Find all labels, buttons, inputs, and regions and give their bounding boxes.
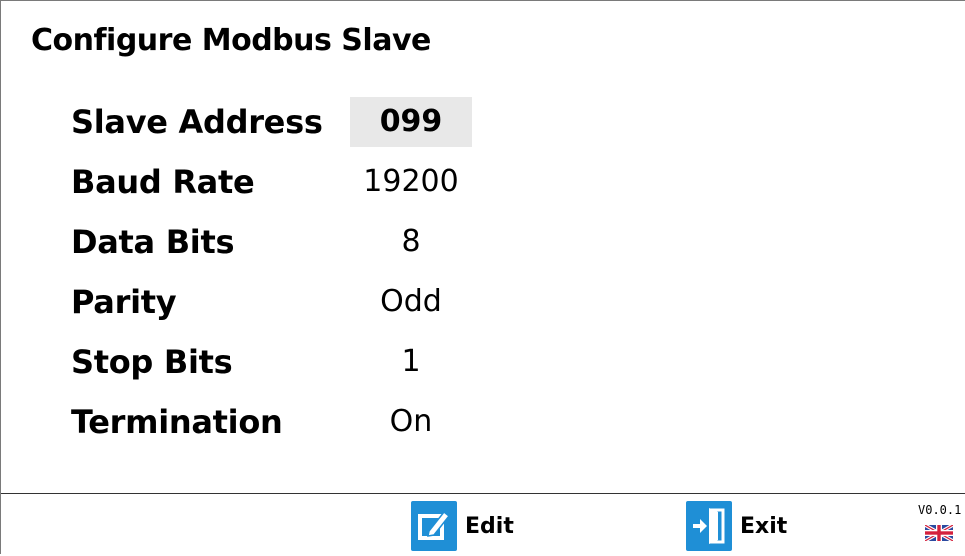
setting-label: Slave Address [71,103,323,141]
edit-button[interactable]: Edit [411,501,514,551]
setting-label: Baud Rate [71,163,255,201]
setting-value[interactable]: 8 [350,217,472,267]
setting-label: Termination [71,403,283,441]
edit-button-label: Edit [465,513,514,539]
edit-icon [411,501,457,551]
screen-frame: Configure Modbus Slave Slave Address 099… [0,0,965,554]
version-label: V0.0.1 [918,503,962,517]
setting-row-termination[interactable]: Termination On [1,397,601,447]
setting-value[interactable]: 1 [350,337,472,387]
exit-door-icon [686,501,732,551]
setting-row-slave-address[interactable]: Slave Address 099 [1,97,601,147]
setting-label: Data Bits [71,223,235,261]
setting-row-parity[interactable]: Parity Odd [1,277,601,327]
uk-flag-icon[interactable] [924,523,954,543]
setting-value[interactable]: On [350,397,472,447]
setting-row-stop-bits[interactable]: Stop Bits 1 [1,337,601,387]
page-title: Configure Modbus Slave [31,23,431,58]
exit-button-label: Exit [740,513,788,539]
setting-value[interactable]: 19200 [350,157,472,207]
setting-label: Stop Bits [71,343,233,381]
exit-button[interactable]: Exit [686,501,787,551]
setting-row-data-bits[interactable]: Data Bits 8 [1,217,601,267]
setting-label: Parity [71,283,177,321]
softkey-bar: Edit Exit V0.0.1 [1,493,965,556]
setting-row-baud-rate[interactable]: Baud Rate 19200 [1,157,601,207]
setting-value[interactable]: Odd [350,277,472,327]
setting-value-selected[interactable]: 099 [350,97,472,147]
